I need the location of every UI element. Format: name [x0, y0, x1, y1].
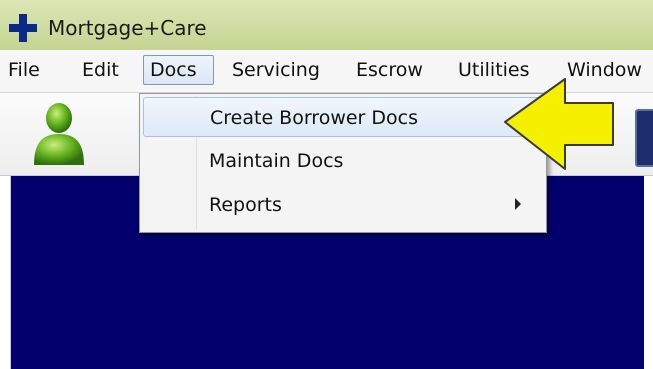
app-window: Mortgage+Care File Edit Docs Servicing E… [0, 0, 653, 369]
menu-edit[interactable]: Edit [76, 55, 125, 85]
menu-item-label: Create Borrower Docs [210, 107, 419, 129]
window-title: Mortgage+Care [48, 16, 207, 40]
menu-item-label: Reports [209, 194, 282, 216]
menu-item-reports[interactable]: Reports [143, 185, 543, 225]
menu-docs[interactable]: Docs [143, 55, 214, 85]
user-icon[interactable] [30, 101, 88, 167]
docs-dropdown-menu: Create Borrower Docs Maintain Docs Repor… [139, 93, 547, 233]
yellow-arrow-icon [504, 78, 614, 170]
toolbar-button-icon[interactable] [635, 109, 653, 167]
menu-item-create-borrower-docs[interactable]: Create Borrower Docs [143, 97, 543, 137]
menu-item-label: Maintain Docs [209, 150, 344, 172]
blue-cross-icon [9, 14, 37, 42]
menu-file[interactable]: File [2, 55, 46, 85]
menu-servicing[interactable]: Servicing [226, 55, 326, 85]
title-bar: Mortgage+Care [0, 0, 653, 50]
submenu-arrow-icon [515, 198, 521, 210]
menu-escrow[interactable]: Escrow [350, 55, 429, 85]
menu-item-maintain-docs[interactable]: Maintain Docs [143, 141, 543, 181]
